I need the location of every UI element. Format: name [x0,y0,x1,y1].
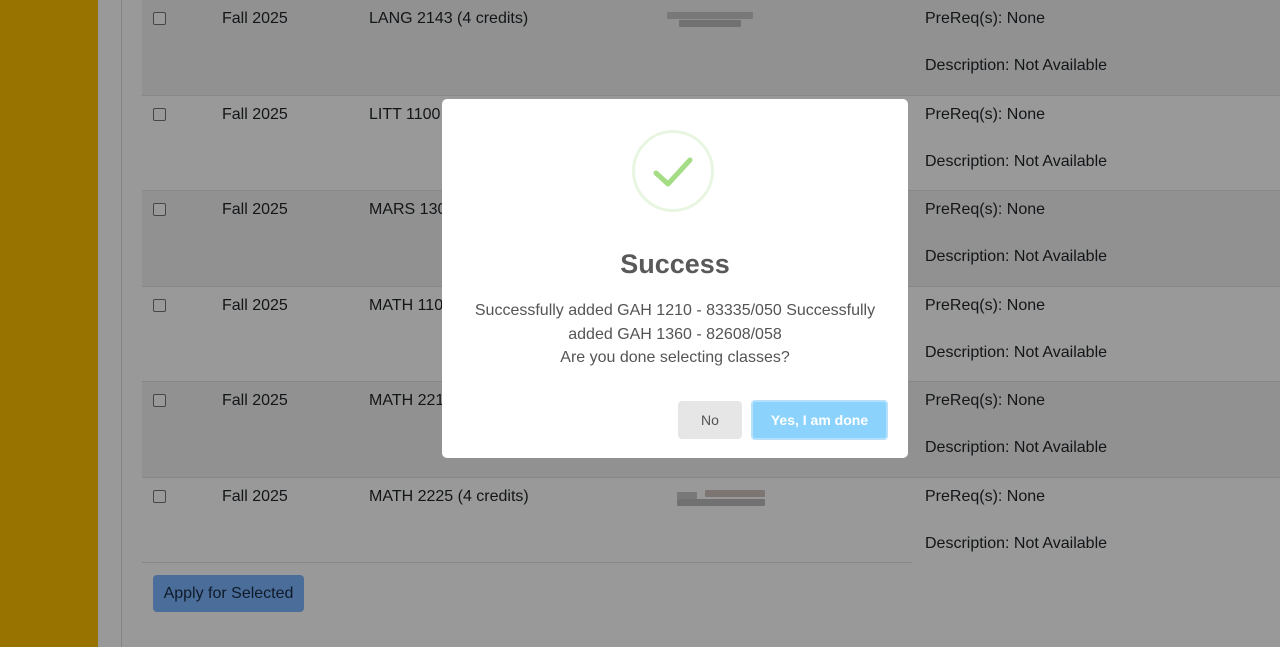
dialog-message-added: Successfully added GAH 1210 - 83335/050 … [474,302,876,343]
dialog-message-question: Are you done selecting classes? [560,349,790,366]
no-button[interactable]: No [678,401,742,439]
yes-done-button[interactable]: Yes, I am done [751,400,888,440]
dialog-title: Success [620,249,730,279]
dialog-message: Successfully added GAH 1210 - 83335/050 … [472,299,878,370]
checkmark-success-icon [632,130,714,212]
success-dialog: Success Successfully added GAH 1210 - 83… [442,99,908,458]
